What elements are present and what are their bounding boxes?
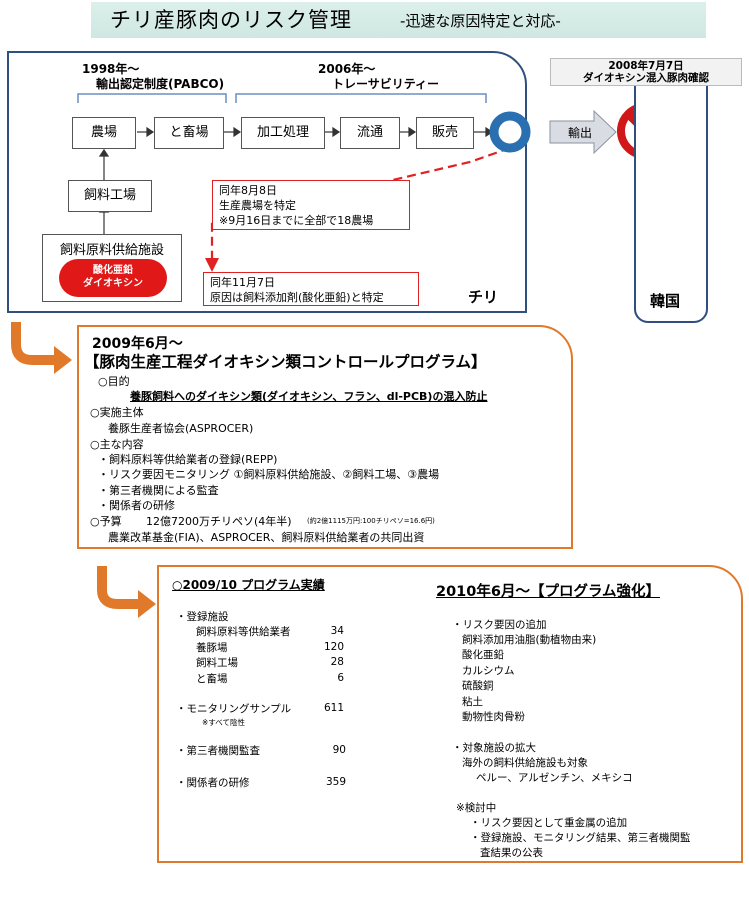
results-item-value: 28 — [330, 656, 344, 668]
program-budget: 12億7200万チリペソ(4年半) — [146, 515, 292, 528]
program-2010-line: ・リスク要因として重金属の追加 — [470, 817, 628, 829]
results-header: ○2009/10 プログラム実績 — [172, 578, 325, 592]
program-line: ・関係者の研修 — [98, 499, 175, 512]
bent-arrow-1-icon — [11, 322, 56, 365]
program-line: ○予算 — [90, 515, 122, 528]
results-monitoring-label: ・モニタリングサンプル — [176, 703, 292, 715]
program-line: ○目的 — [98, 375, 130, 388]
results-item-label: 飼料原料等供給業者 — [196, 626, 291, 638]
results-monitoring-value: 611 — [323, 702, 344, 714]
korea-callout-text: ダイオキシン混入豚肉確認 — [583, 72, 709, 84]
program-line: ・飼料原料等供給業者の登録(REPP) — [98, 453, 278, 466]
results-audit-label: ・第三者機関監査 — [176, 745, 260, 757]
nov-event-line: 原因は飼料添加剤(酸化亜鉛)と特定 — [210, 291, 384, 304]
node-farm: 農場 — [72, 117, 136, 149]
program-line: ・リスク要因モニタリング ①飼料原料供給施設、②飼料工場、③農場 — [98, 468, 440, 481]
feed-supplier-box: 飼料原料供給施設 酸化亜鉛 ダイオキシン — [42, 234, 182, 302]
program-line: ・第三者機関による監査 — [98, 484, 219, 497]
results-registered: ・登録施設 — [176, 611, 229, 623]
program-2010-line: 動物性肉骨粉 — [462, 711, 525, 723]
results-item-value: 6 — [337, 672, 344, 684]
korea-callout-date: 2008年7月7日 — [608, 60, 684, 72]
results-item-value: 34 — [330, 625, 344, 637]
aug-event-line: ※9月16日までに全部で18農場 — [219, 214, 374, 227]
nov-event-box: 同年11月7日 原因は飼料添加剤(酸化亜鉛)と特定 — [203, 272, 419, 306]
bent-arrow-2-icon — [97, 566, 140, 609]
korea-callout: 2008年7月7日 ダイオキシン混入豚肉確認 — [550, 58, 742, 86]
node-distribution: 流通 — [340, 117, 400, 149]
program-2010-line: 粘土 — [462, 696, 483, 708]
results-training-label: ・関係者の研修 — [176, 777, 250, 789]
program-line: ○実施主体 — [90, 406, 144, 419]
results-monitoring-note: ※すべて陰性 — [202, 718, 245, 727]
program-line: ○主な内容 — [90, 438, 144, 451]
program-2009-name: 【豚肉生産工程ダイオキシン類コントロールプログラム】 — [84, 353, 487, 371]
chile-country-label: チリ — [468, 288, 499, 306]
program-line: 養豚生産者協会(ASPROCER) — [108, 422, 254, 435]
korea-panel — [634, 63, 708, 323]
program-budget-note: (約2億1115万円:100チリペソ=16.6円) — [307, 517, 435, 525]
contamination-blob: 酸化亜鉛 ダイオキシン — [59, 259, 167, 297]
program-2010-line: ※検討中 — [456, 802, 497, 814]
results-item-label: 養豚場 — [196, 642, 228, 654]
aug-event-box: 同年8月8日 生産農場を特定 ※9月16日までに全部で18農場 — [212, 180, 410, 230]
results-item-value: 120 — [323, 641, 344, 653]
nov-event-line: 同年11月7日 — [210, 276, 275, 289]
program-2010-header: 2010年6月～【プログラム強化】 — [436, 584, 661, 600]
node-retail: 販売 — [416, 117, 474, 149]
program-line: 農業改革基金(FIA)、ASPROCER、飼料原料供給業者の共同出資 — [108, 531, 425, 544]
results-item-label: と畜場 — [196, 673, 228, 685]
korea-country-label: 韓国 — [650, 292, 681, 310]
results-item-label: 飼料工場 — [196, 657, 238, 669]
program-2010-line: ・登録施設、モニタリング結果、第三者機関監 — [470, 832, 691, 844]
program-2010-line: 査結果の公表 — [480, 847, 543, 859]
program-2010-line: ペルー、アルゼンチン、メキシコ — [476, 772, 633, 784]
node-processing: 加工処理 — [241, 117, 325, 149]
node-feed-factory: 飼料工場 — [68, 180, 152, 212]
feed-supplier-label: 飼料原料供給施設 — [59, 243, 164, 258]
program-2010-line: 硫酸銅 — [462, 680, 494, 692]
program-2010-line: 飼料添加用油脂(動植物由来) — [462, 634, 597, 646]
results-training-value: 359 — [325, 776, 346, 788]
results-audit-value: 90 — [332, 744, 346, 756]
program-2010-line: ・リスク要因の追加 — [452, 619, 547, 631]
trace-bracket — [235, 93, 487, 103]
program-2010-line: 海外の飼料供給施設も対象 — [462, 757, 588, 769]
program-2010-line: 酸化亜鉛 — [462, 649, 504, 661]
aug-event-line: 同年8月8日 — [219, 184, 277, 197]
program-2010-line: ・対象施設の拡大 — [452, 742, 536, 754]
program-2010-line: カルシウム — [462, 665, 515, 677]
program-purpose: 養豚飼料へのダイキシン類(ダイオキシン、フラン、dl-PCB)の混入防止 — [130, 390, 488, 403]
export-label: 輸出 — [568, 126, 593, 140]
aug-event-line: 生産農場を特定 — [219, 199, 296, 212]
node-slaughterhouse: と畜場 — [154, 117, 224, 149]
ring-icon — [489, 111, 531, 153]
pabco-bracket — [77, 93, 227, 103]
